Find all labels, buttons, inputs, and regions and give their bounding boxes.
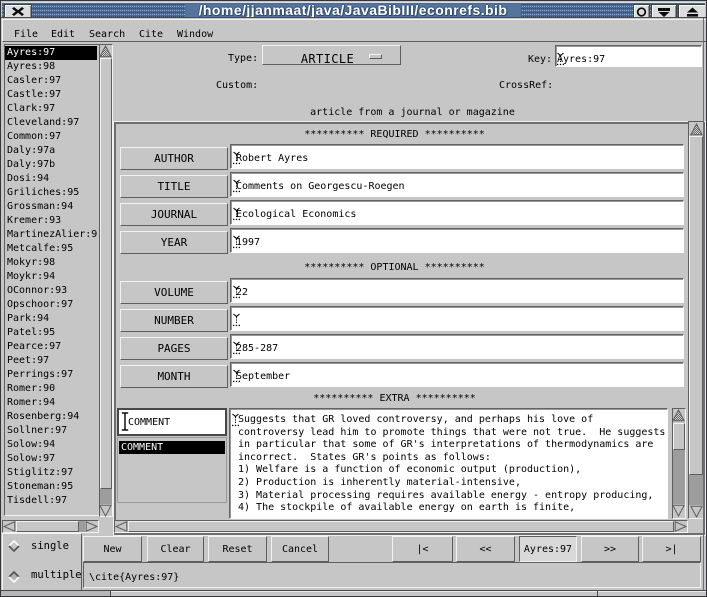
application-window: /home/jjanmaat/java/JavaBibIII/econrefs.… (0, 0, 707, 597)
window-border (0, 0, 707, 597)
